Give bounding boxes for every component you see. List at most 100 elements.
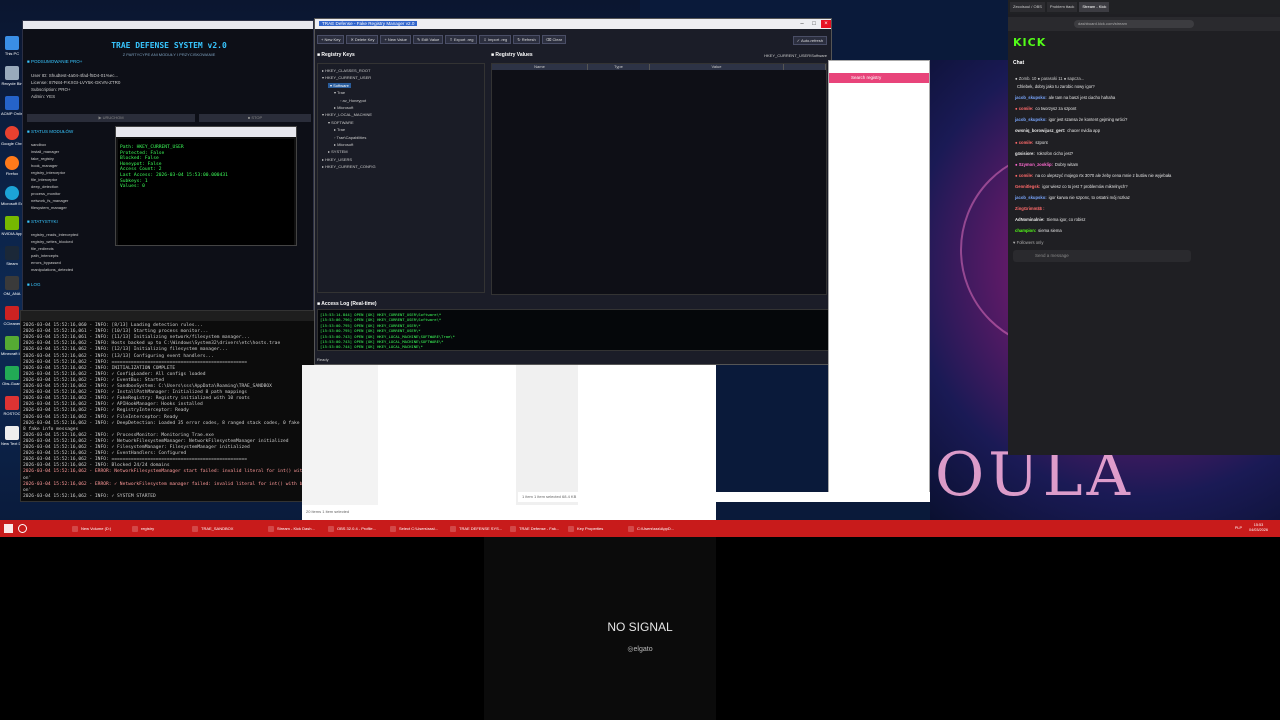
keyboard-language[interactable]: PLP: [1235, 526, 1242, 530]
maximize-icon[interactable]: □: [809, 20, 819, 28]
chat-username[interactable]: jacob_skupsko:: [1015, 95, 1047, 100]
chat-username[interactable]: ZingGrimm$$ :: [1015, 206, 1045, 211]
desktop-icon-label: Firefox: [5, 171, 19, 176]
followers-only: ♥ Followers only: [1013, 240, 1044, 245]
new-key-button[interactable]: + New Key: [317, 35, 345, 44]
new-value-button[interactable]: + New Value: [380, 35, 411, 44]
key-properties-titlebar[interactable]: [116, 127, 296, 137]
taskbar-item[interactable]: TRAE Defense - Fak...: [510, 524, 559, 534]
edit-value-button[interactable]: ✎ Edit Value: [412, 35, 444, 44]
this-pc-icon: [5, 36, 19, 50]
tree-node[interactable]: ▸ HKEY_CURRENT_CONFIG: [322, 164, 376, 169]
column-header-type[interactable]: Type: [588, 64, 650, 70]
chat-badges: ● Zomb. 10 ● parasoki 11 ● sapcza...: [1015, 76, 1085, 81]
registry-manager-titlebar[interactable]: TRAE Defense - Fake Registry Manager v2.…: [315, 19, 831, 29]
chat-username[interactable]: owsniq_borowijusz_gert:: [1015, 128, 1065, 133]
chat-message-input[interactable]: Send a message: [1013, 250, 1191, 262]
taskbar-item[interactable]: OBS 32.0.4 - Profile...: [328, 524, 376, 534]
chat-username[interactable]: champion:: [1015, 228, 1036, 233]
search-registry-input[interactable]: Search registry: [829, 73, 929, 83]
tree-node[interactable]: ▾ HKEY_LOCAL_MACHINE: [322, 112, 372, 117]
chat-username[interactable]: Gennitlegsk:: [1015, 184, 1040, 189]
tree-node[interactable]: ▾ Software: [328, 82, 351, 88]
console-line: 2026-03-04 15:52:16,061 - INFO: [11/13] …: [23, 335, 250, 341]
desktop-icon[interactable]: Steam: [1, 246, 23, 272]
taskbar-item[interactable]: Select C:\Users\sss\...: [390, 524, 438, 534]
access-log-line: [15:53:14.844] OPEN [OK] HKEY_CURRENT_US…: [320, 312, 442, 317]
desktop-icon[interactable]: ACMP Online: [1, 96, 23, 122]
chat-message: ● Szymon_zooklip: Dobry witam: [1015, 162, 1078, 167]
console-line: 2026-03-04 15:52:16,062 - INFO: INITIALI…: [23, 365, 176, 371]
desktop-icon[interactable]: OM_ANA: [1, 276, 23, 302]
tree-node[interactable]: ◦ Trae\Capabilities: [334, 135, 366, 140]
taskbar-item[interactable]: New Volume (D:): [72, 524, 111, 534]
column-header-sort[interactable]: [784, 64, 826, 70]
start-button[interactable]: ▶ URUCHOM: [27, 114, 195, 122]
chat-username[interactable]: ● comile:: [1015, 140, 1033, 145]
taskbar-item[interactable]: TRAE_SANDBOX: [192, 524, 233, 534]
trae-titlebar[interactable]: [23, 21, 313, 29]
url-input[interactable]: dashboard.kick.com/stream: [1074, 20, 1194, 28]
desktop-icon-label: ACMP Online: [1, 111, 23, 116]
chat-message: g4sisiore: rokrofon cicho jest?: [1015, 151, 1073, 156]
minimize-icon[interactable]: –: [797, 20, 807, 28]
tree-node[interactable]: ▾ HKEY_CURRENT_USER: [322, 75, 371, 80]
import-reg-button[interactable]: ⇩ Import .reg: [479, 35, 512, 44]
browser-tab[interactable]: Stream - Kick: [1079, 2, 1110, 12]
chat-username[interactable]: ● Szymon_zooklip:: [1015, 162, 1053, 167]
chat-username[interactable]: AdNominalnie:: [1015, 217, 1045, 222]
column-header-name[interactable]: Name: [492, 64, 588, 70]
desktop-icon[interactable]: Google Chrome: [1, 126, 23, 152]
chat-username[interactable]: ● comile:: [1015, 106, 1033, 111]
taskbar-item[interactable]: Key Properties: [568, 524, 603, 534]
desktop-icon[interactable]: Firefox: [1, 156, 23, 182]
taskbar-item[interactable]: C:\Users\sss\AppD...: [628, 524, 674, 534]
taskbar-item[interactable]: Stream - Kick Dash...: [268, 524, 315, 534]
chat-username[interactable]: jacob_skupsko:: [1015, 195, 1047, 200]
tree-node[interactable]: ▾ Trae: [334, 90, 345, 95]
tree-node[interactable]: ▾ SOFTWARE: [328, 120, 354, 125]
tree-node[interactable]: ▸ SYSTEM: [328, 149, 348, 154]
module-item: sandbox: [31, 142, 47, 147]
registry-values-table: Name Type Value: [491, 63, 827, 295]
search-icon[interactable]: [18, 524, 27, 533]
chat-message: AdNominalnie: Siema igor, co robisz: [1015, 217, 1085, 222]
auto-refresh-checkbox[interactable]: ✓ Auto-refresh: [792, 36, 827, 45]
windows-start-icon[interactable]: [4, 524, 13, 533]
desktop-icon[interactable]: NVIDIA App: [1, 216, 23, 242]
column-header-value[interactable]: Value: [650, 64, 784, 70]
stop-button[interactable]: ■ STOP: [199, 114, 311, 122]
no-signal-text: NO SIGNAL: [607, 620, 673, 634]
tree-node[interactable]: ▸ Trae: [334, 127, 345, 132]
desktop-icon[interactable]: This PC: [1, 36, 23, 62]
delete-key-button[interactable]: ✕ Delete Key: [346, 35, 379, 44]
module-item: file_interceptor: [31, 177, 58, 182]
taskbar-item[interactable]: TRAE DEFENSE SYS...: [450, 524, 502, 534]
app-icon: [5, 276, 19, 290]
browser-tab[interactable]: Zecolsoul / OBS: [1010, 2, 1045, 12]
chat-username[interactable]: jacob_skupsko:: [1015, 117, 1047, 122]
taskbar-clock[interactable]: 15:53 04/03/2026: [1249, 523, 1268, 533]
export-reg-button[interactable]: ⇪ Export .reg: [445, 35, 478, 44]
chat-username[interactable]: ● comile:: [1015, 173, 1033, 178]
clear-button[interactable]: ⌫ Clear: [541, 35, 567, 44]
recycle-bin-icon: [5, 66, 19, 80]
tree-node[interactable]: ▸ Microsoft: [334, 142, 353, 147]
explorer-status: 1 item 1 item selected 68.4 KB: [518, 492, 930, 502]
tree-node[interactable]: ▸ Microsoft: [334, 105, 353, 110]
taskbar-item[interactable]: registry: [132, 524, 154, 534]
stat-item: errors_bypassed: [31, 260, 61, 265]
chat-message: Chlebek, dobry jako tu zarobic nowy igor…: [1015, 84, 1095, 89]
ccleaner-icon: [5, 306, 19, 320]
tree-node[interactable]: ▸ HKEY_USERS: [322, 157, 352, 162]
tree-node[interactable]: ◦ av_Honeypot: [340, 98, 366, 103]
tree-node[interactable]: ▸ HKEY_CLASSES_ROOT: [322, 68, 370, 73]
browser-tab[interactable]: Problem ttack: [1046, 2, 1078, 12]
desktop-icon[interactable]: Microsoft Edge: [1, 186, 23, 212]
close-icon[interactable]: ×: [821, 20, 831, 28]
desktop-icon[interactable]: Recycle Bin: [1, 66, 23, 92]
chat-username[interactable]: g4sisiore:: [1015, 151, 1035, 156]
license-line: User ID: Shudtest-4a04-4fad-f5D4-01%ec..…: [31, 73, 119, 78]
refresh-button[interactable]: ↻ Refresh: [513, 35, 540, 44]
edge-icon: [5, 186, 19, 200]
